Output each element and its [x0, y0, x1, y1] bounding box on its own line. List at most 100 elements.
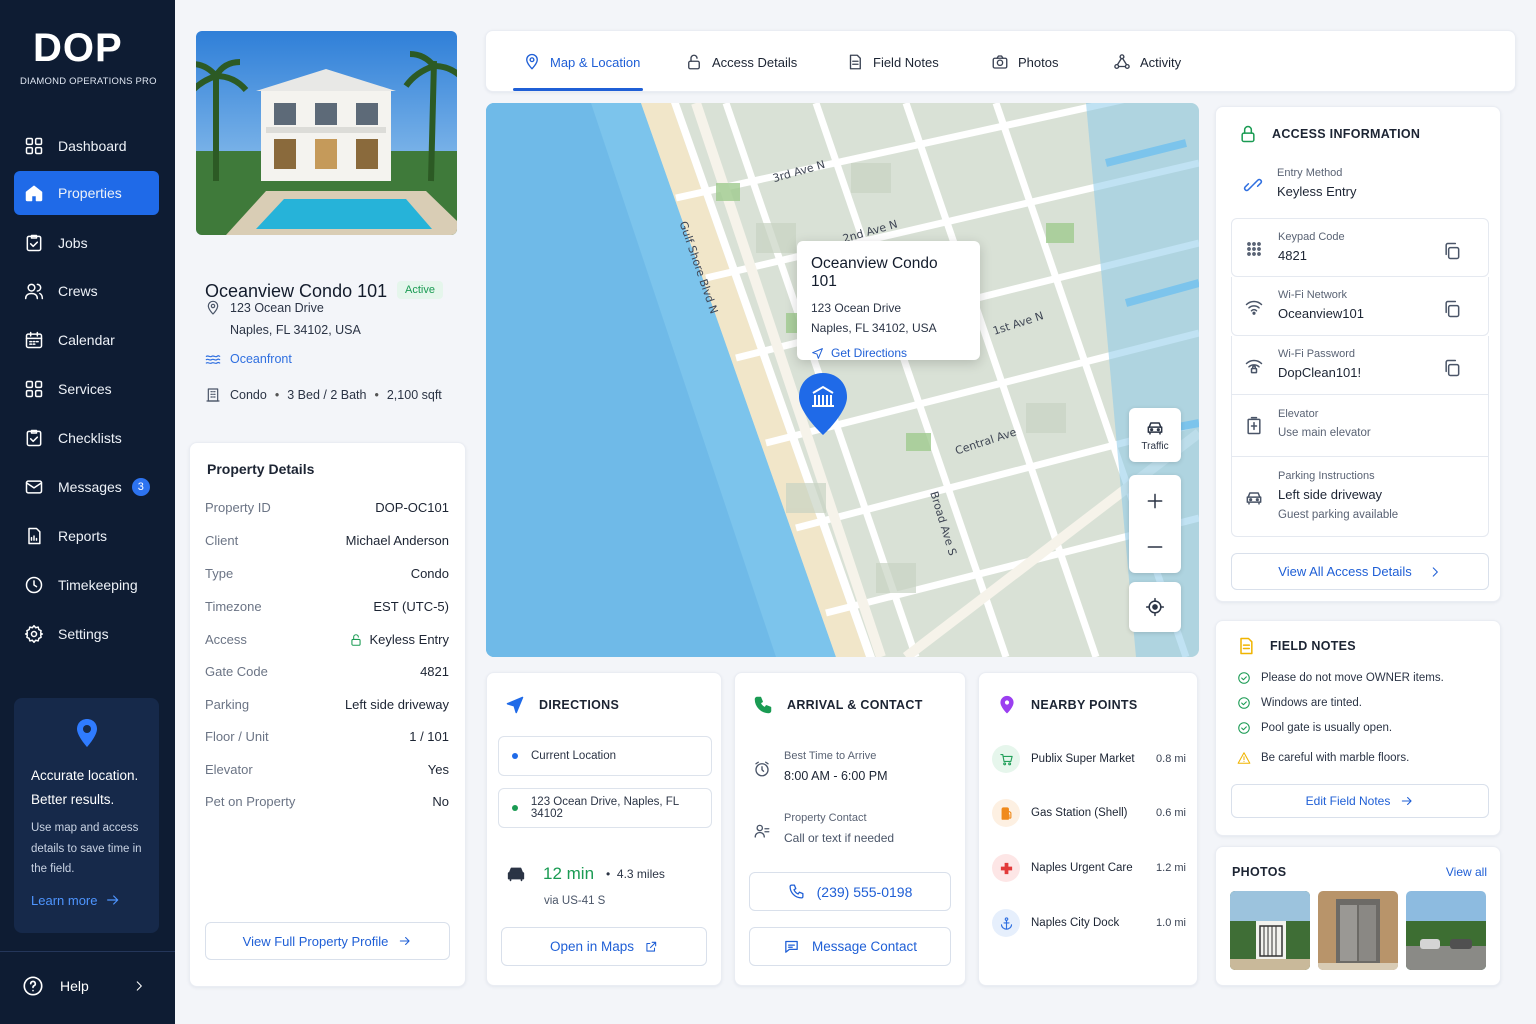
wifi-password-label: Wi-Fi Password — [1278, 348, 1356, 360]
nearby-item[interactable]: Gas Station (Shell) 0.6 mi — [992, 798, 1186, 828]
detail-value: Yes — [427, 762, 449, 777]
tab-activity[interactable]: Activity — [1113, 31, 1181, 93]
note-text: Be careful with marble floors. — [1261, 752, 1410, 764]
place-distance: 0.6 mi — [1156, 807, 1186, 819]
sidebar-item-label: Timekeeping — [58, 577, 138, 593]
view-all-photos-link[interactable]: View all — [1446, 865, 1487, 879]
elevator-icon — [1244, 416, 1264, 436]
tab-field-notes[interactable]: Field Notes — [846, 31, 939, 93]
map-view[interactable]: 3rd Ave N 2nd Ave N 1st Ave N Central Av… — [486, 103, 1199, 657]
help-button[interactable]: Help — [22, 975, 162, 997]
place-name: Publix Super Market — [1031, 753, 1135, 765]
origin-input[interactable]: Current Location — [498, 736, 712, 776]
sidebar-item-timekeeping[interactable]: Timekeeping — [14, 563, 159, 607]
popup-address-line-2: Naples, FL 34102, USA — [811, 321, 937, 335]
property-photo[interactable] — [196, 31, 457, 235]
arrow-right-icon — [398, 934, 412, 948]
section-title: NEARBY POINTS — [1031, 698, 1138, 712]
tab-label: Access Details — [712, 54, 798, 70]
sidebar-item-messages[interactable]: Messages 3 — [14, 465, 159, 509]
sidebar-item-label: Calendar — [58, 332, 115, 348]
tab-access-details[interactable]: Access Details — [685, 31, 797, 93]
wifi-value: Oceanview101 — [1278, 306, 1364, 321]
section-header: ARRIVAL & CONTACT — [753, 695, 923, 715]
message-contact-button[interactable]: Message Contact — [749, 927, 951, 966]
call-contact-button[interactable]: (239) 555-0198 — [749, 872, 951, 911]
copy-icon[interactable] — [1442, 299, 1462, 319]
promo-card: Accurate location. Better results. Use m… — [14, 698, 159, 933]
spec-beds-baths: 3 Bed / 2 Bath — [287, 388, 367, 402]
view-all-access-button[interactable]: View All Access Details — [1231, 553, 1489, 590]
detail-value: 1 / 101 — [409, 729, 449, 744]
sidebar-item-checklists[interactable]: Checklists — [14, 416, 159, 460]
sidebar-item-properties[interactable]: Properties — [14, 171, 159, 215]
icon-bubble — [992, 854, 1020, 882]
tab-photos[interactable]: Photos — [991, 31, 1058, 93]
sidebar-item-dashboard[interactable]: Dashboard — [14, 124, 159, 168]
destination-input[interactable]: 123 Ocean Drive, Naples, FL 34102 — [498, 788, 712, 828]
view-full-profile-button[interactable]: View Full Property Profile — [205, 922, 450, 960]
link-label: Get Directions — [831, 346, 908, 360]
wifi-icon — [1244, 297, 1264, 317]
alarm-clock-icon — [753, 760, 771, 778]
property-marker[interactable] — [796, 371, 850, 457]
sidebar-item-calendar[interactable]: Calendar — [14, 318, 159, 362]
sidebar-item-settings[interactable]: Settings — [14, 612, 159, 656]
detail-row: Type Condo — [205, 566, 449, 581]
navigation-arrow-icon — [811, 347, 824, 360]
photo-thumbnail[interactable] — [1230, 891, 1310, 970]
copy-icon[interactable] — [1442, 358, 1462, 378]
chevron-right-icon — [1428, 565, 1442, 579]
sidebar-item-label: Settings — [58, 626, 109, 642]
get-directions-link[interactable]: Get Directions — [811, 346, 966, 360]
sidebar-item-crews[interactable]: Crews — [14, 269, 159, 313]
detail-key: Property ID — [205, 500, 271, 515]
detail-key: Parking — [205, 697, 250, 712]
detail-value: Condo — [410, 566, 449, 581]
sidebar-item-reports[interactable]: Reports — [14, 514, 159, 558]
photo-thumbnail[interactable] — [1406, 891, 1486, 970]
contact-note: Call or text if needed — [784, 831, 895, 845]
icon-bubble — [992, 909, 1020, 937]
zoom-in-icon[interactable] — [1145, 491, 1165, 511]
wifi-lock-icon — [1244, 356, 1264, 376]
nearby-item[interactable]: Naples City Dock 1.0 mi — [992, 908, 1186, 938]
learn-more-link[interactable]: Learn more — [31, 892, 121, 908]
entry-method-label: Entry Method — [1277, 167, 1343, 179]
edit-field-notes-button[interactable]: Edit Field Notes — [1231, 784, 1489, 818]
nearby-item[interactable]: Naples Urgent Care 1.2 mi — [992, 853, 1186, 883]
place-name: Naples Urgent Care — [1031, 862, 1133, 874]
field-notes-card: FIELD NOTES Please do not move OWNER ite… — [1215, 620, 1501, 836]
best-time-value: 8:00 AM - 6:00 PM — [784, 769, 888, 783]
check-circle-icon — [1237, 696, 1251, 710]
property-summary-card: Oceanview Condo 101 Active 123 Ocean Dri… — [189, 24, 466, 434]
zoom-out-icon[interactable] — [1145, 537, 1165, 557]
open-in-maps-button[interactable]: Open in Maps — [501, 927, 707, 966]
parking-note: Guest parking available — [1278, 509, 1399, 521]
sidebar-item-jobs[interactable]: Jobs — [14, 221, 159, 265]
property-contact-row: Property Contact Call or text if needed — [753, 812, 894, 845]
traffic-toggle-button[interactable]: Traffic — [1129, 408, 1181, 462]
detail-row: Elevator Yes — [205, 762, 449, 777]
map-pin-icon — [523, 53, 541, 71]
detail-row: Access Keyless Entry — [205, 632, 449, 647]
sidebar-item-services[interactable]: Services — [14, 367, 159, 411]
wifi-network-row: Wi-Fi Network Oceanview101 — [1231, 277, 1489, 336]
detail-value: No — [432, 794, 449, 809]
detail-row: Timezone EST (UTC-5) — [205, 599, 449, 614]
photos-card: PHOTOS View all — [1215, 846, 1501, 986]
tab-map-location[interactable]: Map & Location — [523, 31, 640, 93]
nearby-item[interactable]: Publix Super Market 0.8 mi — [992, 744, 1186, 774]
property-address: 123 Ocean Drive Naples, FL 34102, USA — [205, 297, 361, 341]
entry-method-value: Keyless Entry — [1277, 184, 1357, 199]
sidebar-item-label: Crews — [58, 283, 98, 299]
detail-value: DOP-OC101 — [375, 500, 449, 515]
car-icon — [505, 863, 527, 885]
arrival-contact-card: ARRIVAL & CONTACT Best Time to Arrive 8:0… — [734, 672, 966, 986]
photo-thumbnail[interactable] — [1318, 891, 1398, 970]
section-title: PHOTOS — [1232, 865, 1287, 879]
sidebar-item-label: Dashboard — [58, 138, 127, 154]
phone-number: (239) 555-0198 — [816, 883, 913, 900]
locate-me-button[interactable] — [1129, 582, 1181, 632]
copy-icon[interactable] — [1442, 241, 1462, 261]
